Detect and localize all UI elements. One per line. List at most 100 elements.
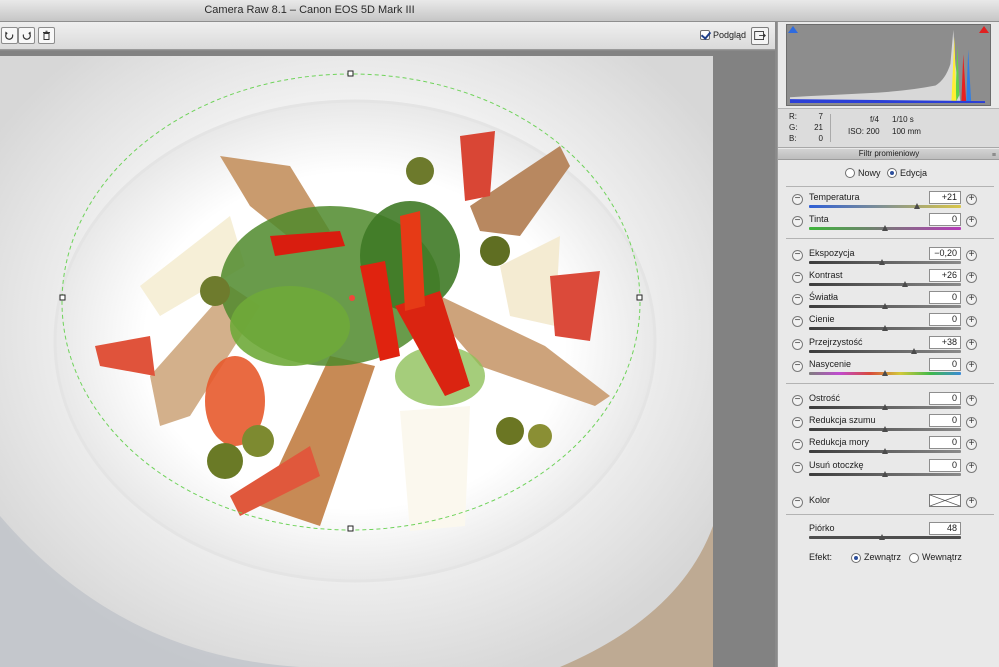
slider-value-field[interactable]: +38 — [929, 336, 961, 349]
slider-decrease-button[interactable]: − — [792, 216, 803, 227]
slider-increase-button[interactable]: + — [966, 316, 977, 327]
slider-thumb[interactable] — [882, 404, 888, 410]
slider-increase-button[interactable]: + — [966, 272, 977, 283]
slider-increase-button[interactable]: + — [966, 395, 977, 406]
slider-value-field[interactable]: +21 — [929, 191, 961, 204]
color-clear-button[interactable]: − — [792, 497, 803, 508]
slider-value-field[interactable]: +26 — [929, 269, 961, 282]
mode-new-label: Nowy — [858, 168, 881, 178]
slider-increase-button[interactable]: + — [966, 339, 977, 350]
slider-label: Tinta — [809, 214, 829, 224]
slider-increase-button[interactable]: + — [966, 417, 977, 428]
rotate-ccw-icon — [5, 31, 14, 40]
fullscreen-button[interactable] — [751, 27, 769, 45]
divider — [786, 186, 994, 187]
slider-row-usuń-otoczkę: − Usuń otoczkę 0 + — [778, 458, 999, 480]
slider-thumb[interactable] — [910, 348, 917, 354]
rotate-right-button[interactable] — [18, 27, 35, 44]
feather-slider-track[interactable] — [809, 536, 961, 539]
slider-value-field[interactable]: 0 — [929, 213, 961, 226]
green-value: 21 — [814, 123, 823, 132]
slider-increase-button[interactable]: + — [966, 250, 977, 261]
mode-new-radio[interactable] — [845, 168, 855, 178]
slider-row-temperatura: − Temperatura +21 + — [778, 190, 999, 212]
effect-outside-radio[interactable] — [851, 553, 861, 563]
slider-value-field[interactable]: 0 — [929, 358, 961, 371]
slider-increase-button[interactable]: + — [966, 194, 977, 205]
slider-decrease-button[interactable]: − — [792, 250, 803, 261]
slider-value-field[interactable]: 0 — [929, 291, 961, 304]
delete-button[interactable] — [38, 27, 55, 44]
slider-label: Światła — [809, 292, 839, 302]
color-add-button[interactable]: + — [966, 497, 977, 508]
trash-icon — [43, 30, 50, 40]
focal-length-value: 100 mm — [892, 127, 921, 136]
slider-decrease-button[interactable]: − — [792, 294, 803, 305]
color-swatch[interactable] — [929, 494, 961, 507]
slider-thumb[interactable] — [882, 471, 888, 477]
slider-thumb[interactable] — [882, 448, 888, 454]
color-label: Kolor — [809, 495, 831, 505]
rotate-cw-icon — [22, 31, 31, 40]
slider-decrease-button[interactable]: − — [792, 339, 803, 350]
slider-label: Kontrast — [809, 270, 843, 280]
slider-thumb[interactable] — [878, 259, 885, 265]
histogram — [786, 24, 991, 106]
slider-value-field[interactable]: 0 — [929, 313, 961, 326]
slider-thumb[interactable] — [882, 303, 888, 309]
slider-value-field[interactable]: 0 — [929, 459, 961, 472]
iso-value: ISO: 200 — [848, 127, 880, 136]
slider-decrease-button[interactable]: − — [792, 417, 803, 428]
slider-thumb[interactable] — [882, 225, 888, 231]
highlight-clipping-indicator[interactable] — [979, 26, 989, 33]
slider-track[interactable] — [809, 205, 961, 208]
photo-preview[interactable] — [0, 56, 713, 667]
slider-decrease-button[interactable]: − — [792, 395, 803, 406]
slider-decrease-button[interactable]: − — [792, 272, 803, 283]
blue-readout: B: 0 — [789, 134, 823, 143]
slider-thumb[interactable] — [913, 203, 920, 209]
rotate-left-button[interactable] — [1, 27, 18, 44]
slider-row-tinta: − Tinta 0 + — [778, 212, 999, 234]
shutter-value: 1/10 s — [892, 115, 914, 124]
preview-toggle[interactable]: Podgląd — [700, 30, 746, 40]
divider — [786, 514, 994, 515]
slider-value-field[interactable]: 0 — [929, 436, 961, 449]
slider-increase-button[interactable]: + — [966, 462, 977, 473]
slider-thumb[interactable] — [882, 426, 888, 432]
effect-inside-radio[interactable] — [909, 553, 919, 563]
slider-row-cienie: − Cienie 0 + — [778, 312, 999, 334]
no-color-icon — [929, 494, 961, 507]
feather-value[interactable]: 48 — [929, 522, 961, 535]
mode-edit-radio[interactable] — [887, 168, 897, 178]
slider-decrease-button[interactable]: − — [792, 316, 803, 327]
slider-thumb[interactable] — [882, 325, 888, 331]
slider-thumb[interactable] — [901, 281, 908, 287]
slider-track[interactable] — [809, 350, 961, 353]
slider-decrease-button[interactable]: − — [792, 194, 803, 205]
slider-label: Cienie — [809, 314, 835, 324]
slider-track[interactable] — [809, 283, 961, 286]
slider-thumb[interactable] — [882, 370, 888, 376]
slider-decrease-button[interactable]: − — [792, 439, 803, 450]
image-canvas[interactable] — [0, 51, 775, 667]
slider-increase-button[interactable]: + — [966, 361, 977, 372]
slider-value-field[interactable]: −0,20 — [929, 247, 961, 260]
panel-title: Filtr promieniowy — [858, 149, 920, 158]
info-divider — [830, 114, 831, 142]
slider-increase-button[interactable]: + — [966, 294, 977, 305]
feather-slider-thumb[interactable] — [878, 534, 885, 540]
slider-decrease-button[interactable]: − — [792, 462, 803, 473]
preview-checkbox[interactable] — [700, 30, 710, 40]
shadow-clipping-indicator[interactable] — [788, 26, 798, 33]
slider-track[interactable] — [809, 261, 961, 264]
info-readout: R: 7 G: 21 B: 0 f/4 1/10 s ISO: 200 100 mm — [778, 108, 999, 148]
slider-decrease-button[interactable]: − — [792, 361, 803, 372]
slider-value-field[interactable]: 0 — [929, 414, 961, 427]
slider-increase-button[interactable]: + — [966, 439, 977, 450]
slider-increase-button[interactable]: + — [966, 216, 977, 227]
food-photo — [0, 56, 713, 667]
slider-value-field[interactable]: 0 — [929, 392, 961, 405]
panel-menu-icon[interactable]: ≡ — [992, 151, 996, 161]
right-panel: R: 7 G: 21 B: 0 f/4 1/10 s ISO: 200 100 mm … — [777, 22, 999, 667]
